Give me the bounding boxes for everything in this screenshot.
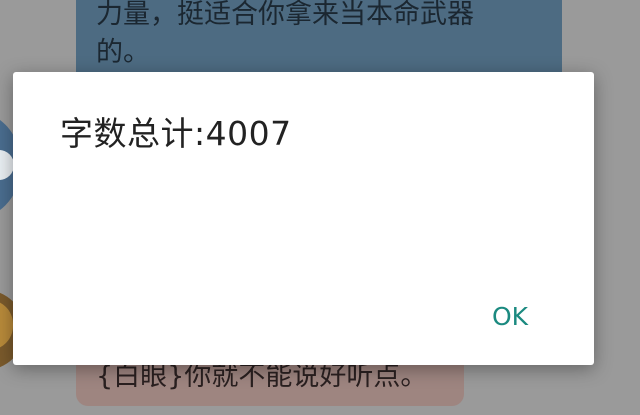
dialog-message: 字数总计:4007 xyxy=(60,114,292,153)
word-count-dialog: 字数总计:4007 OK xyxy=(13,72,594,365)
ok-button[interactable]: OK xyxy=(480,297,540,337)
avatar-image xyxy=(0,300,13,350)
avatar-image xyxy=(0,150,14,180)
chat-screen: 力量，挺适合你拿来当本命武器 的。 {白眼}你就不能说好听点。 字数总计:400… xyxy=(0,0,640,415)
message-text-line: 的。 xyxy=(96,37,150,68)
message-text-line: 力量，挺适合你拿来当本命武器 xyxy=(96,0,474,30)
